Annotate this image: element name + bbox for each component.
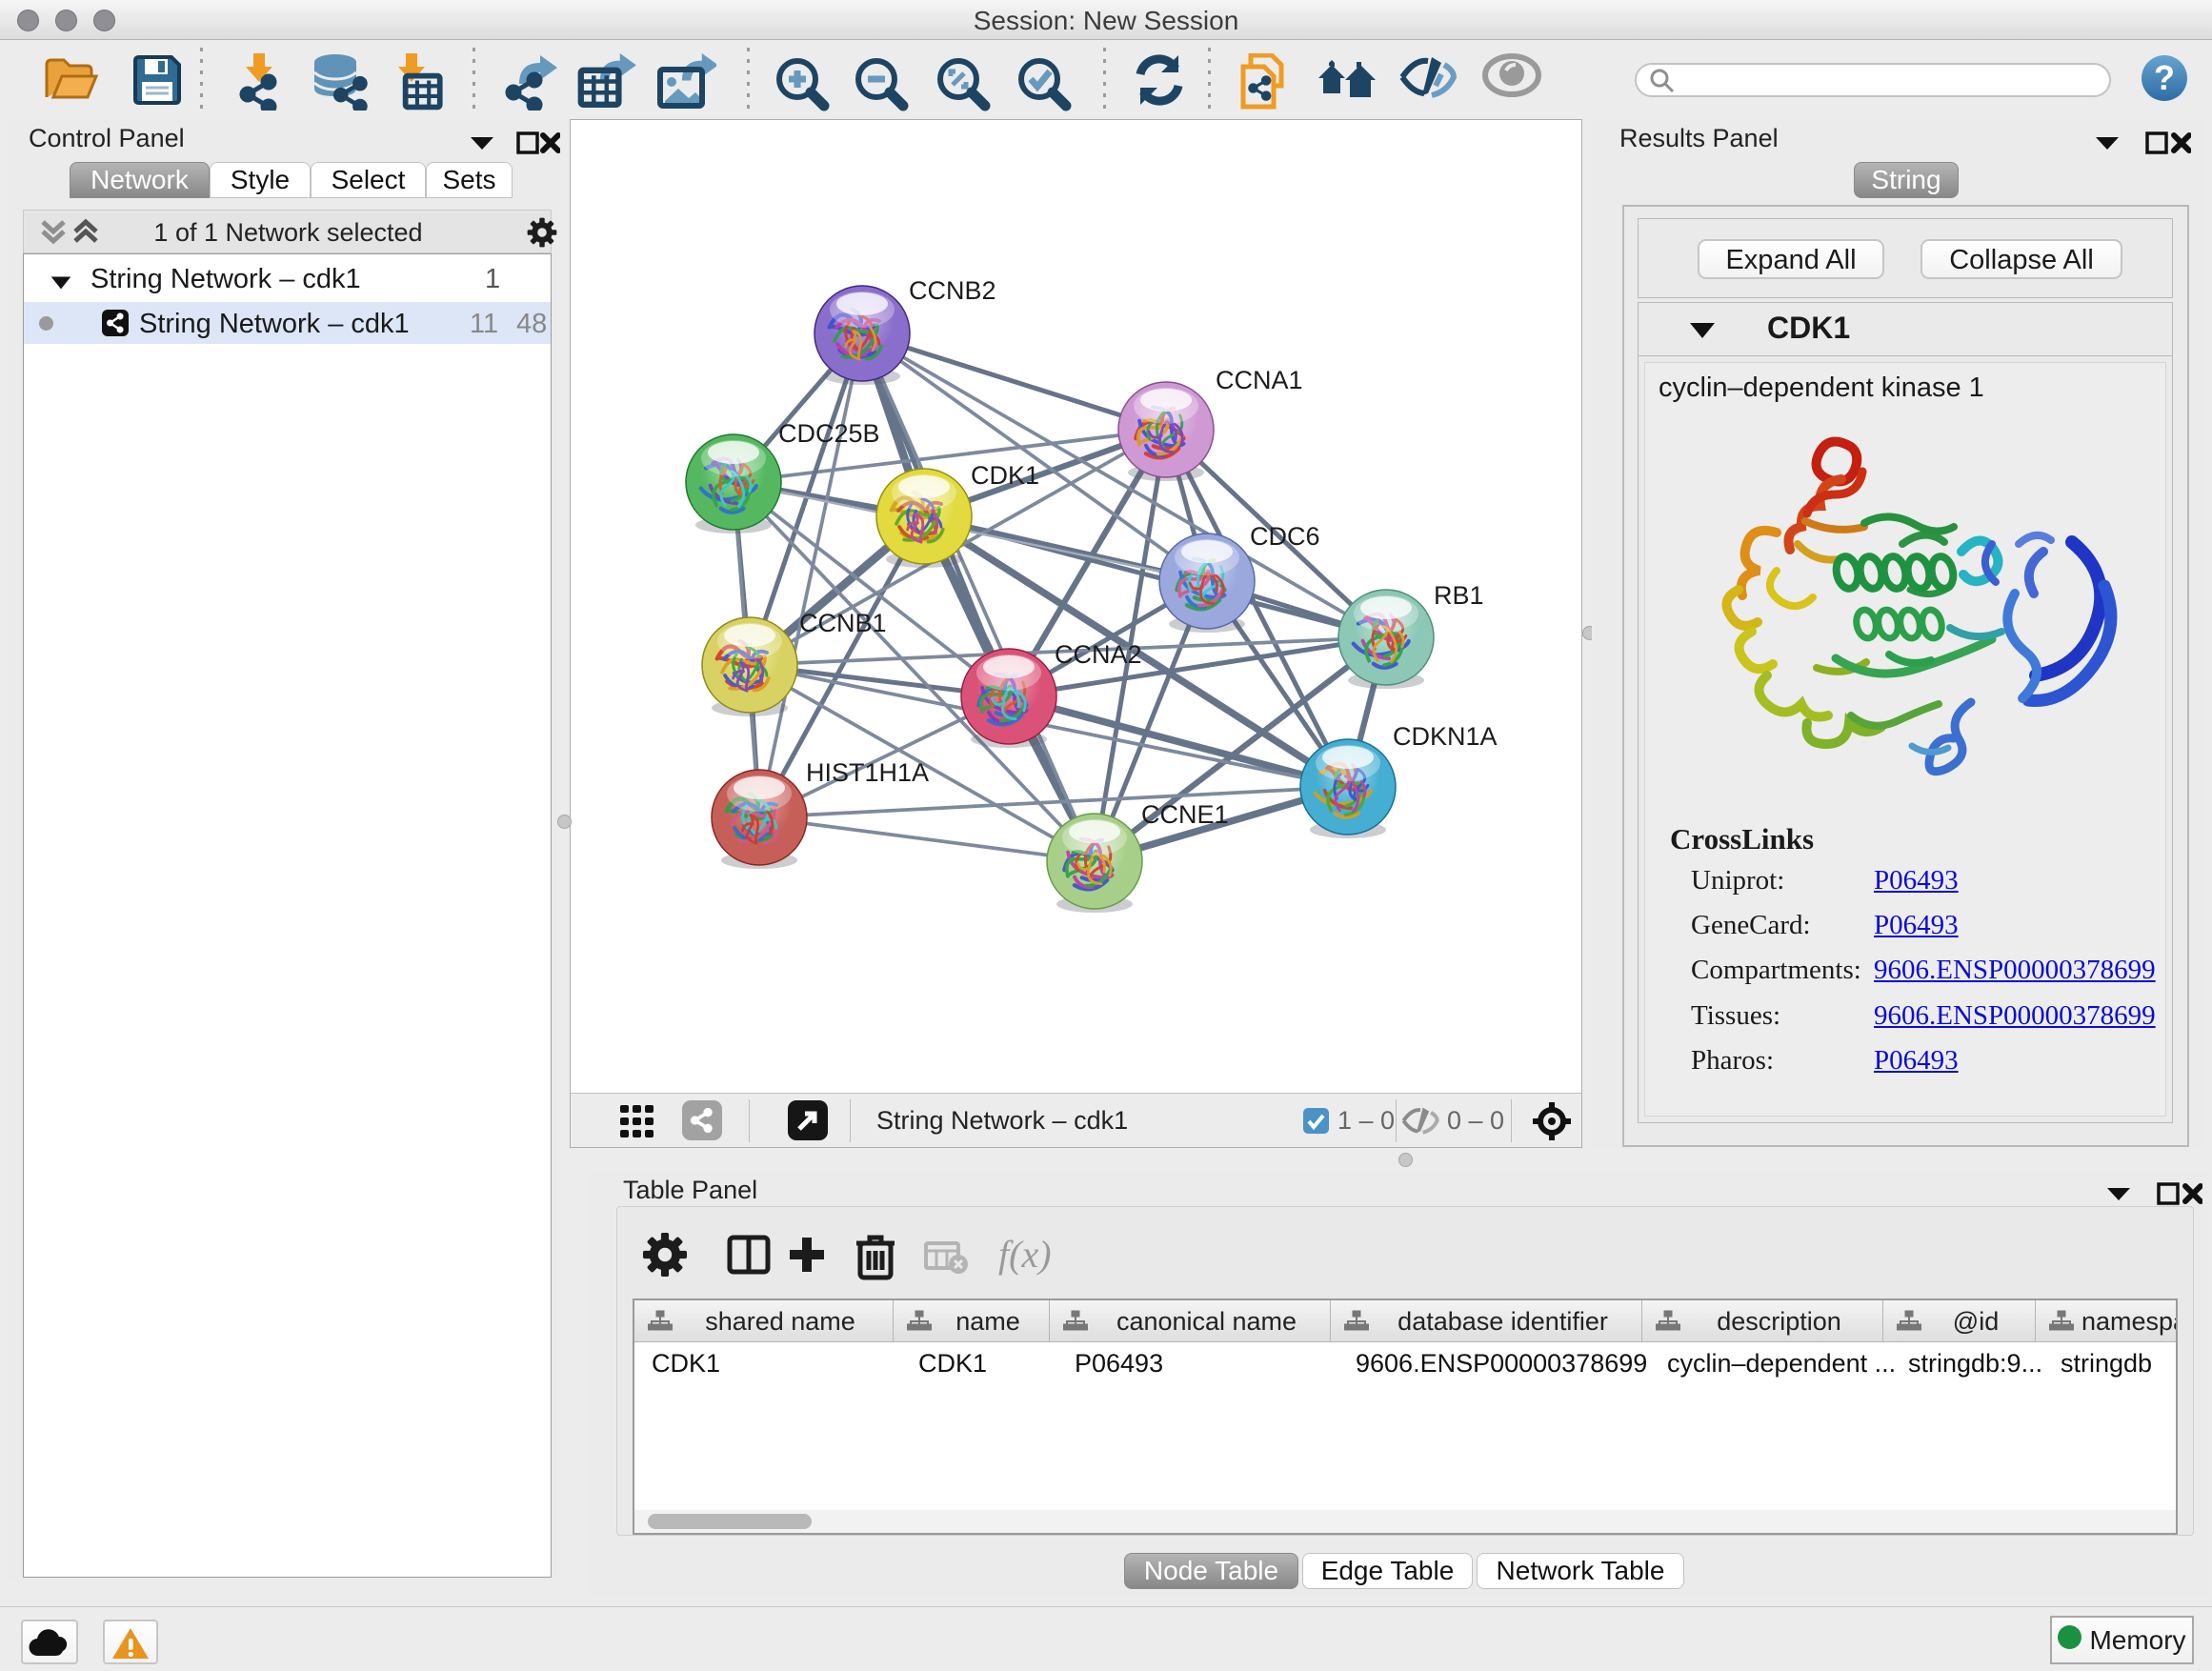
svg-text:CCNB1: CCNB1: [799, 609, 887, 637]
svg-text:CCNA1: CCNA1: [1216, 366, 1303, 394]
svg-text:CCNA2: CCNA2: [1055, 640, 1142, 669]
svg-text:CDKN1A: CDKN1A: [1393, 722, 1498, 751]
svg-text:CDC6: CDC6: [1250, 522, 1320, 551]
svg-text:?: ?: [2154, 58, 2175, 97]
svg-text:CDC25B: CDC25B: [778, 419, 880, 448]
svg-text:CDK1: CDK1: [971, 461, 1039, 490]
svg-text:CCNB2: CCNB2: [909, 276, 996, 305]
svg-text:HIST1H1A: HIST1H1A: [806, 758, 929, 787]
svg-text:RB1: RB1: [1434, 581, 1484, 610]
svg-text:CCNE1: CCNE1: [1141, 800, 1229, 829]
